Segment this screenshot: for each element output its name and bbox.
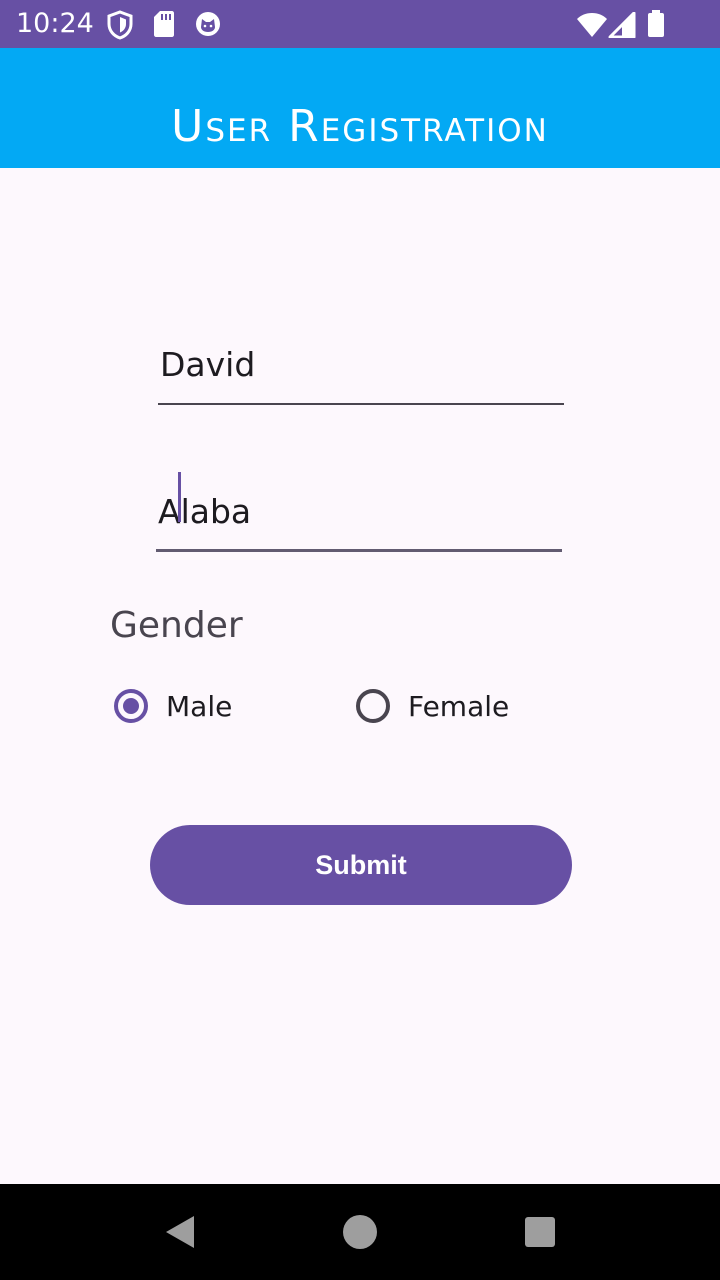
submit-button[interactable]: Submit bbox=[150, 825, 572, 905]
battery-icon bbox=[647, 10, 665, 43]
first-name-field[interactable]: David bbox=[158, 333, 564, 405]
first-name-value: David bbox=[160, 345, 256, 384]
gender-label: Gender bbox=[110, 605, 243, 646]
status-time: 10:24 bbox=[16, 8, 94, 39]
back-icon[interactable] bbox=[162, 1214, 198, 1255]
wifi-icon bbox=[576, 12, 608, 43]
home-icon[interactable] bbox=[342, 1214, 378, 1255]
app-bar: User Registration bbox=[0, 48, 720, 168]
radio-female-label: Female bbox=[408, 689, 510, 723]
radio-male-label: Male bbox=[166, 689, 233, 723]
cat-face-icon bbox=[194, 10, 222, 43]
shield-icon bbox=[106, 10, 134, 45]
navigation-bar bbox=[0, 1184, 720, 1280]
last-name-field[interactable]: Alaba bbox=[156, 472, 562, 552]
radio-male[interactable]: Male bbox=[114, 682, 232, 730]
first-name-underline bbox=[158, 403, 564, 405]
radio-male-indicator[interactable] bbox=[114, 689, 148, 723]
last-name-underline bbox=[156, 549, 562, 552]
radio-female-indicator[interactable] bbox=[356, 689, 390, 723]
recents-icon[interactable] bbox=[524, 1216, 556, 1253]
sd-card-icon bbox=[153, 10, 175, 43]
radio-female[interactable]: Female bbox=[356, 682, 509, 730]
cell-signal-icon bbox=[608, 11, 636, 43]
text-cursor bbox=[178, 472, 181, 522]
status-bar: 10:24 bbox=[0, 0, 720, 48]
page-title: User Registration bbox=[171, 101, 549, 153]
last-name-value: Alaba bbox=[158, 492, 252, 531]
